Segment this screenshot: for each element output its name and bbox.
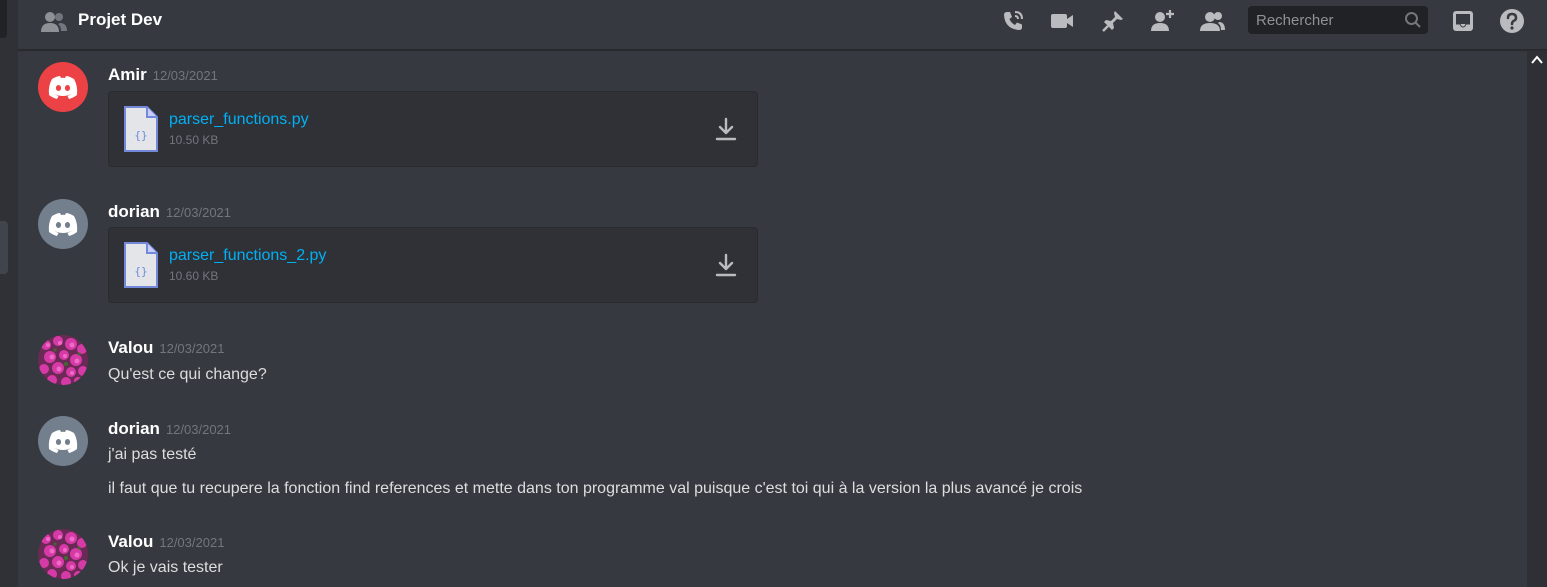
channel-title: Projet Dev [78, 10, 163, 29]
avatar[interactable] [38, 335, 88, 385]
python-file-icon: {} [124, 106, 158, 152]
username[interactable]: dorian [108, 419, 160, 438]
flower-photo-icon [38, 529, 88, 579]
username[interactable]: Amir [108, 65, 147, 84]
download-icon[interactable] [713, 252, 739, 280]
message-header: Valou 12/03/2021 [108, 338, 224, 358]
group-dm-icon [41, 12, 67, 32]
message-header: dorian 12/03/2021 [108, 419, 231, 439]
file-attachment: {} parser_functions.py 10.50 KB [108, 91, 758, 167]
message-header: dorian 12/03/2021 [108, 202, 231, 222]
message-list: Amir 12/03/2021 {} parser_functions.py 10… [18, 51, 1527, 587]
avatar[interactable] [38, 529, 88, 579]
timestamp: 12/03/2021 [159, 535, 225, 550]
scrollbar[interactable] [1527, 51, 1547, 587]
message-header: Amir 12/03/2021 [108, 65, 218, 85]
search-input[interactable] [1248, 6, 1398, 34]
message-text: Ok je vais tester [108, 559, 223, 576]
python-file-icon: {} [124, 242, 158, 288]
channel-header: Projet Dev [18, 0, 1547, 50]
file-attachment: {} parser_functions_2.py 10.60 KB [108, 227, 758, 303]
message-text: j'ai pas testé [108, 446, 197, 463]
flower-photo-icon [38, 335, 88, 385]
add-member-icon[interactable] [1149, 8, 1175, 34]
username[interactable]: dorian [108, 202, 160, 221]
server-sidebar-edge [0, 0, 18, 587]
sidebar-edge-selected [0, 221, 8, 274]
message-text: Qu'est ce qui change? [108, 366, 267, 383]
discord-logo-icon [48, 213, 78, 236]
help-icon[interactable] [1499, 8, 1525, 34]
scroll-up-arrow-icon[interactable] [1531, 55, 1543, 65]
attachment-size: 10.60 KB [169, 269, 219, 283]
inbox-icon[interactable] [1450, 8, 1476, 34]
username[interactable]: Valou [108, 338, 153, 357]
message-text: il faut que tu recupere la fonction find… [108, 480, 1083, 497]
message-header: Valou 12/03/2021 [108, 532, 224, 552]
attachment-size: 10.50 KB [169, 133, 219, 147]
sidebar-edge-top [0, 0, 7, 38]
svg-text:{}: {} [134, 129, 147, 142]
members-icon[interactable] [1199, 8, 1225, 34]
attachment-filename-link[interactable]: parser_functions.py [169, 111, 309, 129]
search-icon [1405, 12, 1421, 28]
timestamp: 12/03/2021 [159, 341, 225, 356]
search-box[interactable] [1248, 6, 1428, 34]
timestamp: 12/03/2021 [152, 68, 218, 83]
discord-logo-icon [48, 430, 78, 453]
svg-text:{}: {} [134, 265, 147, 278]
pin-icon[interactable] [1100, 8, 1126, 34]
discord-logo-icon [48, 76, 78, 99]
username[interactable]: Valou [108, 532, 153, 551]
timestamp: 12/03/2021 [165, 205, 232, 220]
call-icon[interactable] [1000, 8, 1026, 34]
timestamp: 12/03/2021 [165, 422, 232, 437]
avatar[interactable] [38, 416, 88, 466]
avatar[interactable] [38, 199, 88, 249]
video-icon[interactable] [1049, 8, 1075, 34]
avatar[interactable] [38, 62, 88, 112]
attachment-filename-link[interactable]: parser_functions_2.py [169, 247, 326, 265]
download-icon[interactable] [713, 116, 739, 144]
